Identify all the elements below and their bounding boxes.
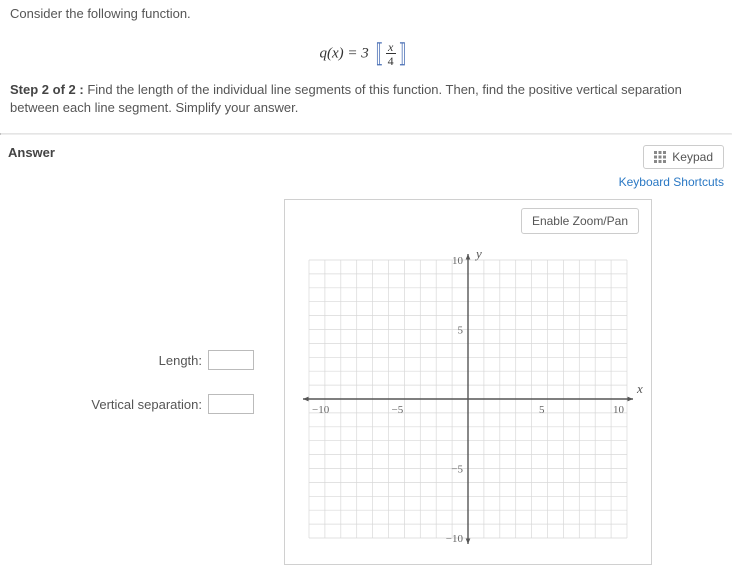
keypad-label: Keypad	[672, 150, 713, 164]
graph-panel: Enable Zoom/Pan −10 −5 5 10 −10 −5 5 10 x y	[284, 199, 652, 565]
answer-heading: Answer	[8, 145, 55, 160]
svg-text:10: 10	[452, 255, 464, 267]
enable-zoom-pan-button[interactable]: Enable Zoom/Pan	[521, 208, 639, 234]
svg-text:−5: −5	[451, 464, 463, 476]
svg-text:y: y	[474, 246, 482, 261]
keypad-icon	[654, 151, 666, 163]
keypad-button[interactable]: Keypad	[643, 145, 724, 169]
coordinate-plane[interactable]: −10 −5 5 10 −10 −5 5 10 x y	[293, 244, 643, 554]
svg-text:−10: −10	[446, 533, 464, 545]
length-label: Length:	[159, 353, 202, 368]
svg-text:5: 5	[539, 404, 545, 416]
svg-text:10: 10	[613, 404, 625, 416]
svg-text:5: 5	[458, 325, 464, 337]
keyboard-shortcuts-link[interactable]: Keyboard Shortcuts	[619, 175, 724, 189]
length-input[interactable]	[208, 350, 254, 370]
question-prompt: Consider the following function.	[10, 6, 722, 21]
svg-text:−10: −10	[312, 404, 330, 416]
vertical-separation-input[interactable]	[208, 394, 254, 414]
vertical-separation-label: Vertical separation:	[91, 397, 202, 412]
step-instruction: Step 2 of 2 : Find the length of the ind…	[10, 81, 722, 117]
svg-text:x: x	[636, 381, 643, 396]
function-formula: q(x) = 3⟦x4⟧	[10, 37, 722, 75]
svg-text:−5: −5	[392, 404, 404, 416]
